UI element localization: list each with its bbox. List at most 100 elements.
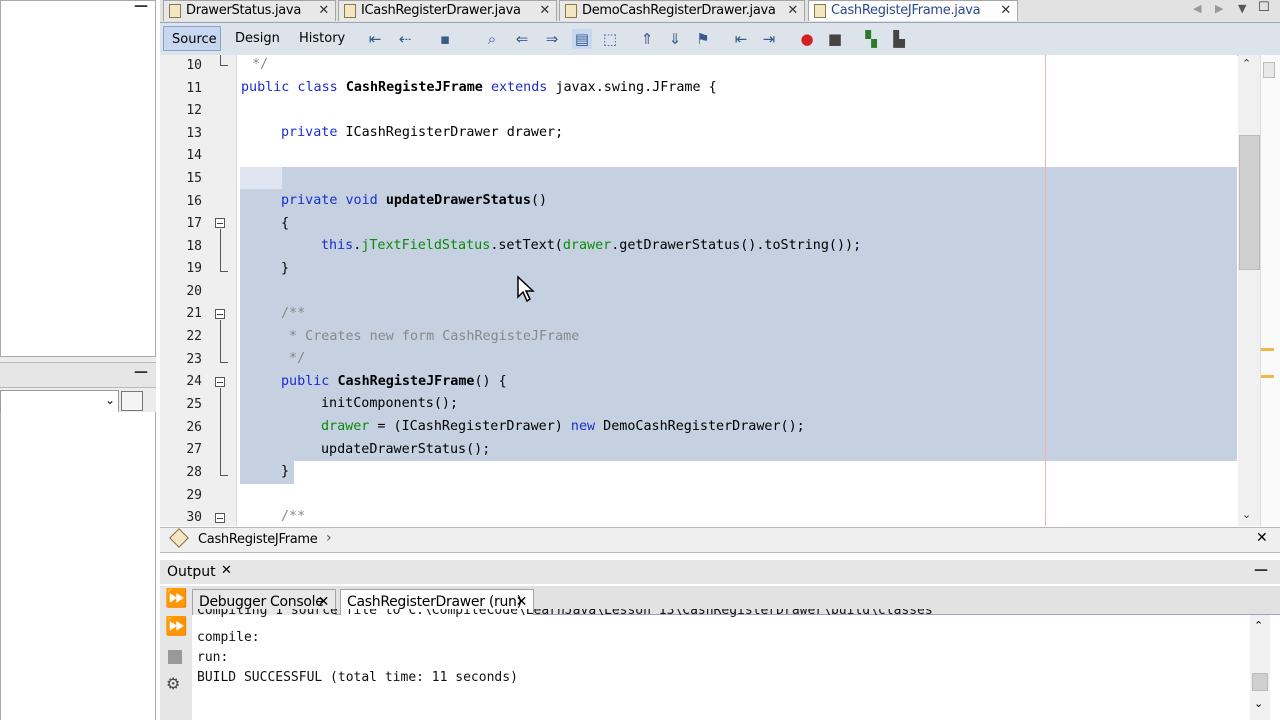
rerun-icon[interactable]: ⏩ — [165, 588, 187, 609]
toggle-bookmark-icon[interactable]: ⚑ — [693, 29, 713, 49]
tab-label: DemoCashRegisterDrawer.java — [582, 3, 776, 18]
warning-marker[interactable] — [1261, 348, 1274, 351]
minimize-icon[interactable]: — — [134, 0, 148, 14]
output-vertical-scrollbar[interactable]: ⌃ ⌄ — [1250, 615, 1270, 720]
line-number: 27 — [186, 442, 202, 457]
toggle-highlight-icon[interactable]: ▤ — [572, 29, 592, 49]
warning-marker[interactable] — [1261, 375, 1274, 378]
code-text: ICashRegisterDrawer drawer; — [345, 125, 564, 140]
keyword: extends — [490, 80, 548, 95]
fold-toggle-icon[interactable] — [215, 309, 225, 319]
output-line: BUILD SUCCESSFUL (total time: 11 seconds… — [197, 670, 518, 685]
code-line-22: * Creates new form CashRegisteJFrame — [281, 329, 580, 344]
tab-icashregisterdrawer[interactable]: ICashRegisterDrawer.java ✕ — [338, 0, 557, 21]
scroll-up-icon[interactable]: ⌃ — [1254, 619, 1263, 632]
breadcrumb-item[interactable]: CashRegisteJFrame — [198, 532, 318, 547]
close-icon[interactable]: ✕ — [787, 1, 798, 21]
scroll-down-icon[interactable]: ⌄ — [1242, 508, 1251, 521]
navigator-select[interactable]: ⌄ — [0, 390, 119, 414]
line-number: 20 — [186, 284, 202, 299]
keyword: new — [570, 419, 596, 434]
code-text: .setText( — [490, 238, 563, 253]
navigator-panel[interactable] — [0, 412, 156, 720]
scrollbar-thumb[interactable] — [1239, 135, 1260, 270]
fold-toggle-icon[interactable] — [215, 377, 225, 387]
history-button[interactable]: History — [291, 26, 353, 51]
editor-tab-bar: DrawerStatus.java ✕ ICashRegisterDrawer.… — [160, 0, 1280, 23]
previous-bookmark-icon[interactable]: ⇑ — [637, 29, 657, 49]
minimize-icon[interactable]: — — [1254, 562, 1268, 578]
settings-icon[interactable]: ⚙ — [166, 674, 180, 693]
status-icon — [1263, 62, 1275, 78]
stop-macro-icon[interactable]: ■ — [825, 29, 845, 49]
class-name: CashRegisteJFrame — [345, 80, 483, 95]
code-text: () — [530, 193, 548, 208]
rectangular-select-icon[interactable]: ⬚ — [600, 29, 620, 49]
editor-vertical-scrollbar[interactable] — [1238, 55, 1260, 526]
line-number: 10 — [186, 58, 202, 73]
text-selection — [240, 167, 1237, 461]
scroll-down-icon[interactable]: ⌄ — [1254, 697, 1263, 710]
code-line-13: private ICashRegisterDrawer drawer; — [281, 125, 563, 140]
line-number: 22 — [186, 329, 202, 344]
java-file-icon — [814, 4, 826, 18]
find-icon[interactable]: ⌕ — [482, 29, 502, 49]
shift-left-icon[interactable]: ⇤ — [731, 29, 751, 49]
scrollbar-thumb[interactable] — [1252, 673, 1268, 691]
line-number: 11 — [186, 81, 202, 96]
fold-toggle-icon[interactable] — [215, 218, 225, 228]
maximize-icon[interactable]: ☐ — [1258, 0, 1270, 15]
code-line-30: /** — [281, 509, 306, 524]
code-line-16: private void updateDrawerStatus() — [281, 193, 547, 208]
fold-line — [220, 229, 221, 271]
last-edit-icon[interactable]: ⇤ — [365, 29, 385, 49]
minimize-icon[interactable]: — — [134, 364, 148, 380]
stop-icon[interactable] — [168, 650, 182, 664]
close-icon[interactable]: ✕ — [1256, 530, 1268, 546]
line-number: 26 — [186, 420, 202, 435]
close-icon[interactable]: ✕ — [539, 1, 550, 21]
code-text: DemoCashRegisterDrawer(); — [595, 419, 805, 434]
code-line-21: /** — [281, 306, 306, 321]
source-button[interactable]: Source — [163, 26, 221, 51]
fold-line — [220, 475, 228, 476]
tab-cashregistejframe[interactable]: CashRegisteJFrame.java ✕ — [808, 0, 1018, 21]
output-line: Compiling 1 source file to C:\CompileCod… — [197, 609, 933, 618]
uncomment-icon[interactable]: ▙ — [889, 29, 909, 49]
close-icon[interactable]: ✕ — [221, 563, 232, 578]
code-line-18: this.jTextFieldStatus.setText(drawer.get… — [321, 238, 861, 253]
comment-icon[interactable]: ▚ — [861, 29, 881, 49]
scroll-left-icon[interactable]: ◀ — [1193, 2, 1201, 15]
rerun-with-params-icon[interactable]: ⏩ — [165, 616, 187, 637]
scroll-up-icon[interactable]: ⌃ — [1242, 57, 1251, 70]
code-line-24: public CashRegisteJFrame() { — [281, 374, 507, 389]
forward-icon[interactable]: ▪ — [435, 29, 455, 49]
record-macro-icon[interactable]: ● — [797, 29, 817, 49]
code-line-28: } — [281, 464, 290, 479]
close-icon[interactable]: ✕ — [318, 1, 329, 21]
scroll-right-icon[interactable]: ▶ — [1215, 2, 1223, 15]
code-line-26: drawer = (ICashRegisterDrawer) new DemoC… — [321, 419, 805, 434]
tab-drawerstatus[interactable]: DrawerStatus.java ✕ — [163, 0, 336, 21]
chevron-right-icon[interactable]: › — [326, 530, 332, 546]
filter-icon[interactable] — [121, 391, 143, 411]
back-icon[interactable]: ⇠ — [395, 29, 415, 49]
projects-panel[interactable] — [0, 0, 156, 357]
output-console[interactable] — [192, 615, 1250, 720]
code-line-11: public class CashRegisteJFrame extends j… — [241, 80, 717, 95]
error-stripe[interactable] — [1260, 55, 1280, 526]
shift-right-icon[interactable]: ⇥ — [759, 29, 779, 49]
find-next-icon[interactable]: ⇒ — [542, 29, 562, 49]
fold-line — [220, 320, 221, 362]
find-previous-icon[interactable]: ⇐ — [512, 29, 532, 49]
tab-list-icon[interactable]: ▼ — [1238, 2, 1246, 15]
next-bookmark-icon[interactable]: ⇓ — [665, 29, 685, 49]
tab-label: Debugger Console — [199, 594, 324, 610]
tab-democashregisterdrawer[interactable]: DemoCashRegisterDrawer.java ✕ — [559, 0, 805, 21]
output-line: run: — [197, 650, 229, 665]
line-number: 16 — [186, 194, 202, 209]
tab-label: CashRegisterDrawer (run) — [347, 594, 522, 610]
design-button[interactable]: Design — [227, 26, 288, 51]
fold-toggle-icon[interactable] — [215, 513, 225, 523]
close-icon[interactable]: ✕ — [1000, 1, 1011, 21]
